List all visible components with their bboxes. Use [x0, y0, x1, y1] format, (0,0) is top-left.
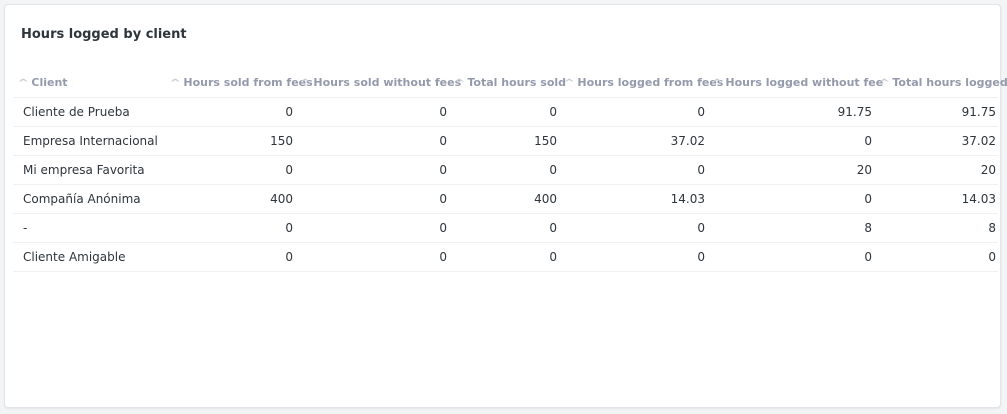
table-header-row: ^ Client ^ Hours sold from fees ^ Hours sol…: [13, 67, 1007, 98]
table-cell: 0: [295, 242, 449, 272]
table-cell: 8: [707, 213, 874, 243]
column-header-hours-sold-without-fees[interactable]: ^ Hours sold without fees: [295, 67, 461, 98]
table-row: Cliente de Prueba 0 0 0 0 91.75 91.75: [13, 97, 998, 127]
client-cell: Mi empresa Favorita: [13, 155, 165, 185]
table-cell: 14.03: [874, 184, 998, 214]
table-cell: 0: [874, 242, 998, 272]
sort-icon: ^: [299, 77, 312, 89]
table-cell: 0: [707, 184, 874, 214]
table-cell: 37.02: [874, 126, 998, 156]
table-cell: 0: [295, 155, 449, 185]
table-cell: 0: [707, 126, 874, 156]
table-cell: 0: [295, 213, 449, 243]
table-cell: 0: [559, 97, 707, 127]
table-cell: 0: [449, 97, 559, 127]
table-row: - 0 0 0 0 8 8: [13, 213, 998, 243]
client-cell: -: [13, 213, 165, 243]
column-header-total-hours-sold[interactable]: ^ Total hours sold: [449, 67, 566, 98]
table-cell: 150: [165, 126, 295, 156]
column-header-hours-logged-without-fee[interactable]: ^ Hours logged without fee: [707, 67, 883, 98]
table-row: Compañía Anónima 400 0 400 14.03 0 14.03: [13, 184, 998, 214]
column-header-hours-sold-from-fees[interactable]: ^ Hours sold from fees: [165, 67, 313, 98]
table-cell: 0: [295, 126, 449, 156]
column-header-total-hours-logged[interactable]: ^ Total hours logged: [874, 67, 1007, 98]
table-cell: 150: [449, 126, 559, 156]
table-cell: 91.75: [874, 97, 998, 127]
sort-icon: ^: [17, 77, 30, 89]
table-cell: 400: [165, 184, 295, 214]
table-cell: 8: [874, 213, 998, 243]
column-header-hours-logged-from-fees[interactable]: ^ Hours logged from fees: [559, 67, 723, 98]
table-cell: 0: [295, 97, 449, 127]
client-cell: Empresa Internacional: [13, 126, 165, 156]
column-header-client[interactable]: ^ Client: [13, 67, 165, 98]
table-cell: 0: [165, 213, 295, 243]
sort-icon: ^: [563, 77, 576, 89]
card-title: Hours logged by client: [21, 27, 187, 42]
hours-by-client-card: Hours logged by client ^ Client ^ Hours so…: [4, 4, 1007, 408]
table-row: Cliente Amigable 0 0 0 0 0 0: [13, 242, 998, 272]
table-cell: 0: [559, 213, 707, 243]
client-cell: Cliente de Prueba: [13, 97, 165, 127]
table-cell: 0: [165, 97, 295, 127]
table-cell: 0: [165, 155, 295, 185]
table-cell: 0: [449, 242, 559, 272]
table-cell: 37.02: [559, 126, 707, 156]
table-cell: 0: [165, 242, 295, 272]
table-cell: 91.75: [707, 97, 874, 127]
table-cell: 0: [707, 242, 874, 272]
table-cell: 14.03: [559, 184, 707, 214]
sort-icon: ^: [711, 77, 724, 89]
hours-table: ^ Client ^ Hours sold from fees ^ Hours sol…: [13, 67, 1007, 272]
table-cell: 0: [449, 213, 559, 243]
table-cell: 20: [707, 155, 874, 185]
sort-icon: ^: [453, 77, 466, 89]
client-cell: Compañía Anónima: [13, 184, 165, 214]
table-row: Empresa Internacional 150 0 150 37.02 0 …: [13, 126, 998, 156]
table-cell: 20: [874, 155, 998, 185]
table-cell: 0: [559, 242, 707, 272]
table-row: Mi empresa Favorita 0 0 0 0 20 20: [13, 155, 998, 185]
table-cell: 0: [559, 155, 707, 185]
sort-icon: ^: [169, 77, 182, 89]
sort-icon: ^: [878, 77, 891, 89]
client-cell: Cliente Amigable: [13, 242, 165, 272]
table-cell: 400: [449, 184, 559, 214]
table-cell: 0: [295, 184, 449, 214]
table-cell: 0: [449, 155, 559, 185]
